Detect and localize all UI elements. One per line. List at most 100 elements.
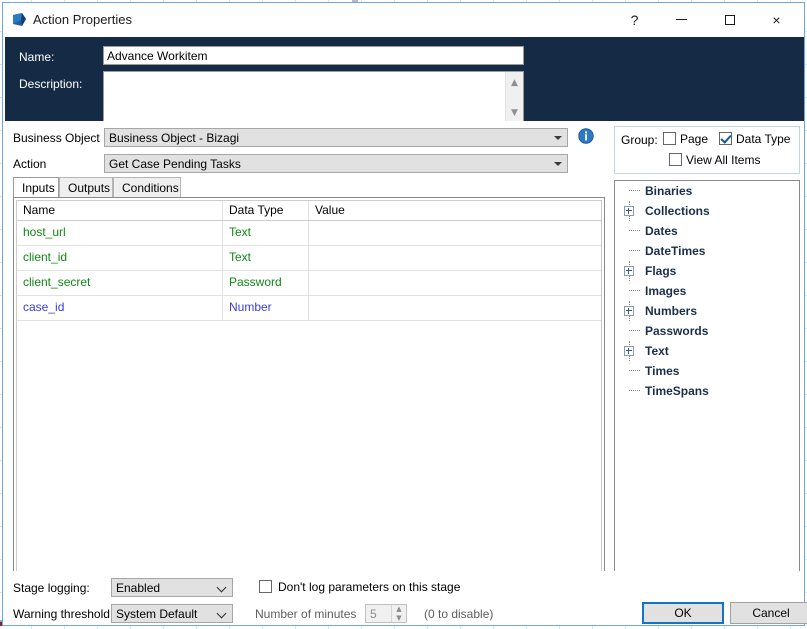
- expand-plus-icon[interactable]: [624, 306, 634, 316]
- number-of-minutes-stepper[interactable]: 5 ▲ ▼: [365, 604, 407, 623]
- stage-logging-select[interactable]: Enabled: [111, 578, 233, 597]
- info-icon[interactable]: [578, 128, 594, 144]
- tab-outputs-label: Outputs: [68, 181, 111, 195]
- table-row[interactable]: host_url Text: [17, 221, 601, 246]
- action-label: Action: [13, 157, 47, 171]
- tree-item-collections[interactable]: Collections: [615, 201, 799, 221]
- description-input[interactable]: [104, 72, 506, 123]
- tree-item-images[interactable]: Images: [615, 281, 799, 301]
- param-value[interactable]: [309, 221, 603, 245]
- checkbox-dont-log-parameters-label: Don't log parameters on this stage: [278, 580, 461, 594]
- stage-logging-value: Enabled: [116, 581, 161, 595]
- tree-item-passwords[interactable]: Passwords: [615, 321, 799, 341]
- tree-connector-icon: [629, 190, 640, 191]
- name-description-panel: Name: Description: ▲ ▼: [5, 37, 804, 124]
- param-name: host_url: [17, 221, 223, 245]
- expand-plus-icon[interactable]: [624, 266, 634, 276]
- checkbox-group-page[interactable]: [663, 132, 676, 145]
- description-scrollbar[interactable]: ▲ ▼: [505, 72, 523, 123]
- stepper-buttons[interactable]: ▲ ▼: [391, 605, 406, 622]
- window-title: Action Properties: [33, 12, 132, 27]
- number-of-minutes-label: Number of minutes: [255, 607, 357, 621]
- tree-item-label: TimeSpans: [645, 384, 709, 398]
- parameters-grid-inner: Name Data Type Value host_url Text clien…: [16, 200, 602, 608]
- table-row[interactable]: case_id Number: [17, 296, 601, 321]
- chevron-down-icon: [554, 162, 562, 166]
- help-button[interactable]: ?: [612, 3, 657, 36]
- tree-item-timespans[interactable]: TimeSpans: [615, 381, 799, 401]
- group-options-panel: Group: Page Data Type View All Items: [614, 126, 800, 174]
- tree-item-text[interactable]: Text: [615, 341, 799, 361]
- ok-button-label: OK: [674, 606, 692, 620]
- tree-item-datetimes[interactable]: DateTimes: [615, 241, 799, 261]
- tree-item-flags[interactable]: Flags: [615, 261, 799, 281]
- warning-threshold-value: System Default: [116, 607, 198, 621]
- cancel-button[interactable]: Cancel: [730, 602, 807, 624]
- tree-item-times[interactable]: Times: [615, 361, 799, 381]
- param-type: Number: [223, 296, 309, 320]
- close-button[interactable]: ×: [754, 3, 799, 36]
- tab-conditions-label: Conditions: [122, 181, 179, 195]
- tree-item-label: Text: [645, 344, 669, 358]
- action-value: Get Case Pending Tasks: [109, 157, 241, 171]
- data-type-tree[interactable]: Binaries Collections Dates DateTimes Fla…: [614, 180, 800, 574]
- tree-item-label: Times: [645, 364, 680, 378]
- stepper-down-icon[interactable]: ▼: [392, 614, 406, 622]
- param-name: case_id: [17, 296, 223, 320]
- tree-item-label: Flags: [645, 264, 677, 278]
- tree-item-numbers[interactable]: Numbers: [615, 301, 799, 321]
- close-icon: ×: [772, 11, 781, 28]
- expand-plus-icon[interactable]: [624, 206, 634, 216]
- tree-item-label: DateTimes: [645, 244, 706, 258]
- name-input[interactable]: [103, 46, 524, 65]
- scroll-up-icon[interactable]: ▲: [506, 74, 523, 91]
- table-row[interactable]: client_id Text: [17, 246, 601, 271]
- tab-conditions[interactable]: Conditions: [113, 177, 181, 197]
- action-arrow-icon: [11, 12, 29, 28]
- stage-logging-label: Stage logging:: [13, 581, 90, 595]
- business-object-select[interactable]: Business Object - Bizagi: [104, 128, 568, 147]
- chevron-down-icon: [554, 136, 562, 140]
- ok-button[interactable]: OK: [642, 602, 724, 624]
- tree-item-label: Numbers: [645, 304, 698, 318]
- chevron-down-icon: [218, 583, 226, 591]
- tab-outputs[interactable]: Outputs: [59, 177, 113, 197]
- param-value[interactable]: [309, 296, 603, 320]
- tree-connector-icon: [629, 390, 640, 391]
- group-label: Group:: [621, 133, 658, 147]
- warning-threshold-select[interactable]: System Default: [111, 604, 233, 623]
- tree-connector-icon: [629, 250, 640, 251]
- title-bar: Action Properties ? ×: [3, 3, 804, 37]
- expand-plus-icon[interactable]: [624, 346, 634, 356]
- tree-connector-icon: [629, 230, 640, 231]
- checkbox-view-all-items[interactable]: [669, 153, 682, 166]
- action-select[interactable]: Get Case Pending Tasks: [104, 154, 568, 173]
- tab-inputs-label: Inputs: [22, 181, 55, 195]
- param-type: Password: [223, 271, 309, 295]
- param-name: client_id: [17, 246, 223, 270]
- column-header-type: Data Type: [223, 201, 309, 220]
- stepper-up-icon[interactable]: ▲: [392, 605, 406, 613]
- dialog-body: Business Object Business Object - Bizagi…: [5, 121, 804, 625]
- to-disable-hint: (0 to disable): [424, 607, 494, 621]
- tab-inputs[interactable]: Inputs: [13, 177, 59, 197]
- chevron-down-icon: [218, 609, 226, 617]
- param-type: Text: [223, 246, 309, 270]
- maximize-button[interactable]: [707, 3, 752, 36]
- checkbox-dont-log-parameters[interactable]: [259, 580, 272, 593]
- param-value[interactable]: [309, 271, 603, 295]
- maximize-icon: [724, 14, 735, 25]
- minimize-icon: [676, 19, 687, 20]
- param-value[interactable]: [309, 246, 603, 270]
- minimize-button[interactable]: [659, 3, 704, 36]
- scroll-down-icon[interactable]: ▼: [506, 104, 523, 121]
- tree-item-dates[interactable]: Dates: [615, 221, 799, 241]
- table-row[interactable]: client_secret Password: [17, 271, 601, 296]
- warning-threshold-label: Warning threshold:: [13, 607, 114, 621]
- tab-strip: Inputs Outputs Conditions: [13, 177, 605, 197]
- action-properties-dialog: Action Properties ? × Name: Description:…: [2, 2, 807, 626]
- parameters-grid[interactable]: Name Data Type Value host_url Text clien…: [13, 197, 605, 611]
- checkbox-group-data-type[interactable]: [719, 132, 732, 145]
- name-label: Name:: [19, 50, 55, 64]
- tree-item-binaries[interactable]: Binaries: [615, 181, 799, 201]
